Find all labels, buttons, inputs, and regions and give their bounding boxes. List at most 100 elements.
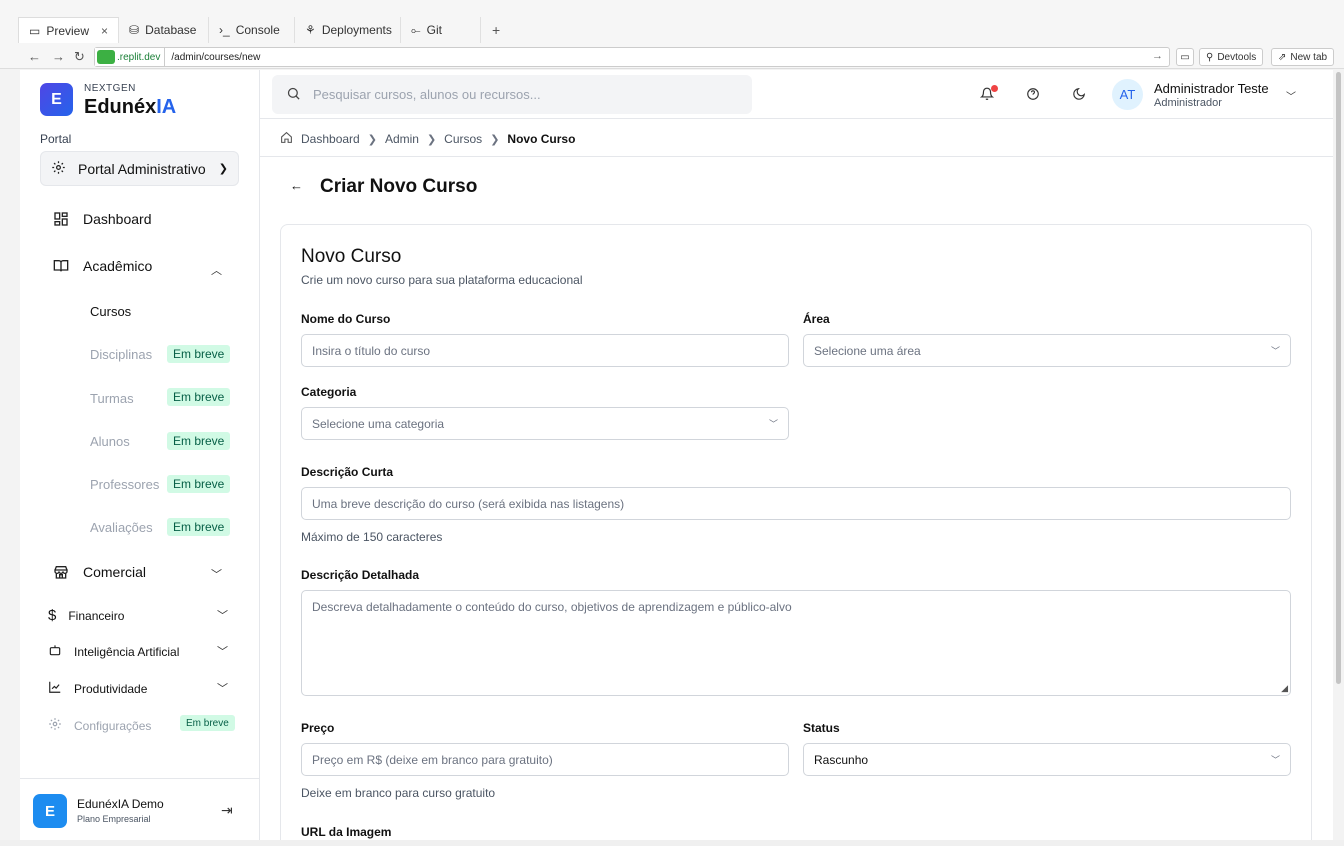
external-link-icon: ⇗	[1278, 51, 1287, 63]
brand-name: EdunéxIA	[84, 96, 176, 119]
chevron-down-icon: ❯	[218, 163, 228, 175]
chevron-down-icon: ﹀	[1270, 755, 1280, 765]
bottom-edge	[0, 840, 1344, 846]
sidebar-item-produtividade[interactable]: Produtividade	[48, 680, 147, 697]
robot-icon	[48, 643, 62, 660]
sidebar-subitem-cursos[interactable]: Cursos	[90, 304, 131, 319]
nome-input[interactable]: Insira o título do curso	[301, 334, 789, 367]
back-arrow-icon[interactable]: ←	[290, 178, 303, 193]
breadcrumb-cursos[interactable]: Cursos	[444, 132, 482, 146]
sidebar-item-financeiro[interactable]: $ Financeiro	[48, 607, 124, 624]
course-form-card: Novo Curso Crie um novo curso para sua p…	[280, 224, 1312, 840]
scrollbar-thumb[interactable]	[1336, 72, 1341, 684]
nome-label: Nome do Curso	[301, 312, 391, 326]
sidebar-item-comercial[interactable]: Comercial	[52, 563, 146, 581]
reload-icon[interactable]: ↻	[74, 49, 85, 65]
sidebar-item-label: Acadêmico	[83, 258, 153, 274]
git-icon: ⟜	[411, 22, 421, 37]
sidebar-item-ia[interactable]: Inteligência Artificial	[48, 643, 179, 660]
resize-handle-icon[interactable]: ◢	[1281, 683, 1288, 694]
ide-left-gutter	[0, 70, 20, 846]
desc-detalhada-label: Descrição Detalhada	[301, 568, 420, 582]
new-tab-plus-button[interactable]: +	[481, 17, 511, 43]
forward-icon[interactable]: →	[52, 49, 65, 64]
ide-tab-database[interactable]: ⛁ Database	[119, 17, 210, 43]
deploy-icon: ⚘	[305, 23, 316, 37]
brand-accent: IA	[156, 96, 177, 118]
portal-label: Portal	[40, 132, 72, 146]
preco-label: Preço	[301, 721, 335, 735]
chevron-down-icon: ﹀	[768, 419, 778, 429]
search-icon	[286, 86, 301, 104]
chevron-down-icon[interactable]: ﹀	[217, 680, 228, 696]
url-host: .replit.dev	[95, 48, 166, 66]
ide-tab-label: Console	[235, 23, 280, 37]
device-icon[interactable]: ▭	[1176, 48, 1194, 66]
sidebar-item-label: Financeiro	[68, 608, 125, 623]
ide-tab-label: Git	[426, 23, 442, 37]
ide-tab-preview[interactable]: ▭ Preview ×	[18, 17, 120, 43]
url-host-text: .replit.dev	[117, 51, 161, 63]
avatar: E	[33, 794, 67, 828]
sidebar-item-configuracoes[interactable]: Configurações	[48, 717, 151, 734]
preco-input[interactable]: Preço em R$ (deixe em branco para gratui…	[301, 743, 789, 776]
app-window: E NEXTGEN EdunéxIA Portal Portal Adminis…	[20, 70, 1334, 840]
url-bar: ← → ↻ .replit.dev /admin/courses/new → ▭…	[0, 45, 1344, 69]
home-icon[interactable]	[280, 131, 293, 147]
sidebar-item-label: Dashboard	[83, 211, 152, 227]
devtools-button[interactable]: ⚲ Devtools	[1199, 48, 1264, 66]
sidebar-item-label: Configurações	[74, 718, 152, 733]
desc-detalhada-textarea[interactable]: Descreva detalhadamente o conteúdo do cu…	[301, 590, 1291, 696]
sidebar-subitem-turmas[interactable]: Turmas	[90, 391, 134, 406]
notification-dot	[991, 85, 998, 92]
breadcrumb-admin[interactable]: Admin	[385, 132, 419, 146]
area-select[interactable]: Selecione uma área ﹀	[803, 334, 1291, 367]
desc-curta-input[interactable]: Uma breve descrição do curso (será exibi…	[301, 487, 1291, 520]
new-tab-button[interactable]: ⇗ New tab	[1271, 48, 1335, 66]
brand-main: Edunéx	[84, 96, 157, 118]
ide-top-bar: ▭ Preview × ⛁ Database ›_ Console ⚘ Depl…	[0, 0, 1344, 45]
chevron-down-icon[interactable]: ﹀	[1286, 88, 1296, 103]
go-arrow-icon[interactable]: →	[1152, 50, 1163, 62]
portal-select-value: Portal Administrativo	[78, 160, 206, 177]
ide-tab-deployments[interactable]: ⚘ Deployments	[295, 17, 402, 43]
logout-icon[interactable]: ⇥	[221, 802, 233, 819]
sidebar-subitem-avaliacoes[interactable]: Avaliações	[90, 520, 153, 535]
status-badge: Em breve	[167, 475, 231, 493]
moon-icon[interactable]	[1072, 87, 1086, 104]
ide-tab-console[interactable]: ›_ Console	[209, 17, 296, 43]
area-label: Área	[803, 312, 830, 326]
user-name[interactable]: Administrador Teste	[1154, 81, 1269, 96]
url-imagem-label: URL da Imagem	[301, 825, 392, 839]
chevron-up-icon[interactable]: ︿	[211, 262, 222, 278]
chevron-down-icon[interactable]: ﹀	[217, 607, 228, 623]
chevron-down-icon[interactable]: ﹀	[217, 643, 228, 659]
url-field[interactable]: .replit.dev /admin/courses/new →	[94, 47, 1170, 67]
sidebar-subitem-disciplinas[interactable]: Disciplinas	[90, 347, 152, 362]
breadcrumb: Dashboard ❯ Admin ❯ Cursos ❯ Novo Curso	[280, 131, 575, 147]
ide-tab-bar: ▭ Preview × ⛁ Database ›_ Console ⚘ Depl…	[18, 17, 511, 43]
status-badge: Em breve	[167, 518, 231, 536]
close-icon[interactable]: ×	[101, 24, 108, 38]
search-input[interactable]: Pesquisar cursos, alunos ou recursos...	[272, 75, 752, 114]
chevron-down-icon[interactable]: ﹀	[211, 566, 222, 582]
sidebar-subitem-alunos[interactable]: Alunos	[90, 434, 130, 449]
sidebar-item-academico[interactable]: Acadêmico	[52, 257, 152, 275]
categoria-select[interactable]: Selecione uma categoria ﹀	[301, 407, 789, 440]
portal-select[interactable]: Portal Administrativo ❯	[40, 151, 239, 186]
divider	[260, 156, 1334, 157]
gear-icon	[48, 717, 62, 734]
sidebar-item-dashboard[interactable]: Dashboard	[52, 210, 152, 228]
sidebar-subitem-professores[interactable]: Professores	[90, 477, 159, 492]
scrollbar[interactable]	[1333, 70, 1344, 840]
breadcrumb-dashboard[interactable]: Dashboard	[301, 132, 360, 146]
brand-small: NEXTGEN	[84, 83, 136, 94]
breadcrumb-current: Novo Curso	[507, 132, 576, 146]
back-icon[interactable]: ←	[28, 49, 41, 64]
ide-tab-git[interactable]: ⟜ Git	[401, 17, 482, 43]
status-select[interactable]: Rascunho ﹀	[803, 743, 1291, 776]
avatar[interactable]: AT	[1112, 79, 1143, 110]
dashboard-icon	[52, 210, 70, 228]
help-icon[interactable]	[1026, 87, 1040, 104]
user-role: Administrador	[1154, 97, 1222, 109]
